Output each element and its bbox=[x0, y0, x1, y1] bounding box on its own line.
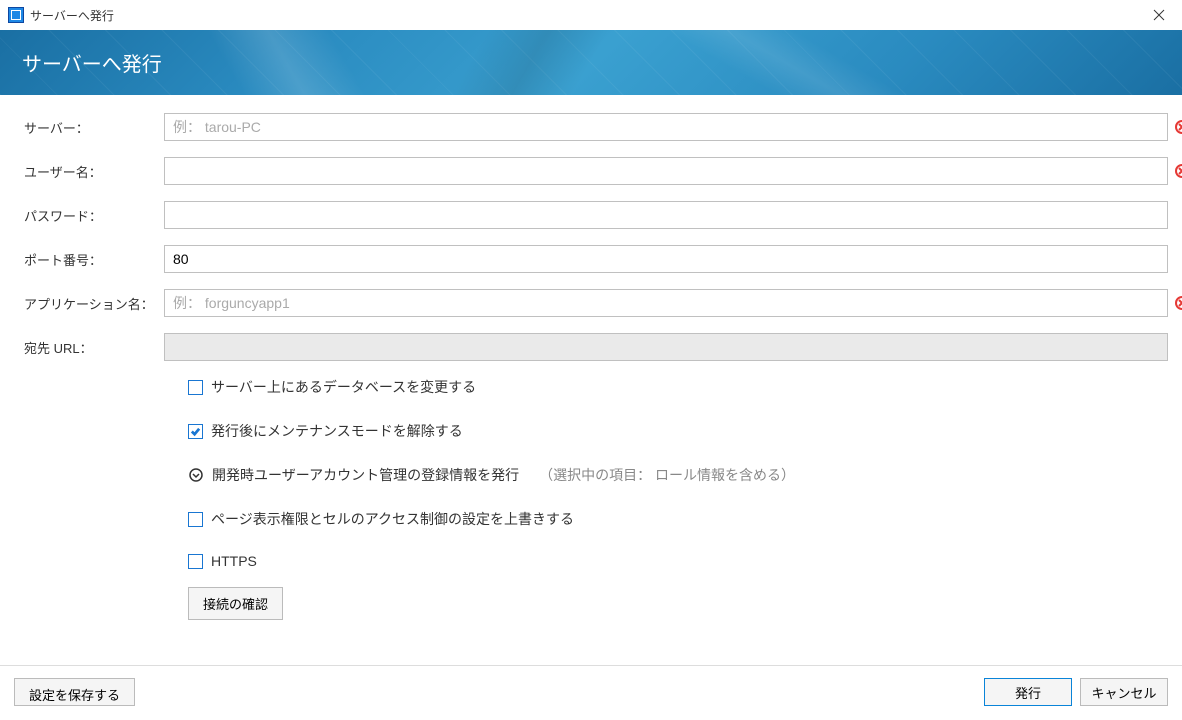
invalid-icon bbox=[1174, 119, 1182, 135]
banner-heading: サーバーへ発行 bbox=[22, 48, 162, 77]
titlebar: サーバーへ発行 bbox=[0, 0, 1182, 30]
opt-https-label: HTTPS bbox=[211, 553, 257, 569]
test-connection-button[interactable]: 接続の確認 bbox=[188, 587, 283, 620]
server-input[interactable] bbox=[164, 113, 1168, 141]
label-desturl: 宛先 URL： bbox=[24, 338, 164, 357]
opt-release-maintenance: 発行後にメンテナンスモードを解除する bbox=[188, 421, 1128, 441]
close-button[interactable] bbox=[1144, 0, 1174, 30]
opt-overwrite-perms-label: ページ表示権限とセルのアクセス制御の設定を上書きする bbox=[211, 509, 574, 529]
opt-release-maintenance-label: 発行後にメンテナンスモードを解除する bbox=[211, 421, 463, 441]
checkbox-https[interactable] bbox=[188, 554, 203, 569]
footer: 設定を保存する 発行 キャンセル bbox=[0, 665, 1182, 720]
banner: サーバーへ発行 bbox=[0, 30, 1182, 95]
form-area: サーバー： ユーザー名： パスワード： ポート番号： アプリケーション名： bbox=[0, 95, 1182, 620]
save-settings-button[interactable]: 設定を保存する bbox=[14, 678, 135, 706]
row-port: ポート番号： bbox=[24, 245, 1168, 273]
row-desturl: 宛先 URL： bbox=[24, 333, 1168, 361]
password-input[interactable] bbox=[164, 201, 1168, 229]
options-block: サーバー上にあるデータベースを変更する 発行後にメンテナンスモードを解除する 開… bbox=[24, 377, 1168, 569]
label-appname: アプリケーション名： bbox=[24, 294, 164, 313]
cancel-button[interactable]: キャンセル bbox=[1080, 678, 1168, 706]
window-title: サーバーへ発行 bbox=[30, 7, 114, 24]
checkbox-change-db[interactable] bbox=[188, 380, 203, 395]
label-password: パスワード： bbox=[24, 206, 164, 225]
invalid-icon bbox=[1174, 163, 1182, 179]
opt-publish-accounts: 開発時ユーザーアカウント管理の登録情報を発行 （選択中の項目： ロール情報を含め… bbox=[188, 465, 1128, 485]
desturl-display bbox=[164, 333, 1168, 361]
close-icon bbox=[1153, 9, 1165, 21]
row-server: サーバー： bbox=[24, 113, 1168, 141]
username-input[interactable] bbox=[164, 157, 1168, 185]
opt-change-db-label: サーバー上にあるデータベースを変更する bbox=[211, 377, 476, 397]
chevron-down-icon bbox=[189, 468, 203, 482]
opt-https: HTTPS bbox=[188, 553, 1128, 569]
app-icon bbox=[8, 7, 24, 23]
opt-overwrite-perms: ページ表示権限とセルのアクセス制御の設定を上書きする bbox=[188, 509, 1128, 529]
label-server: サーバー： bbox=[24, 118, 164, 137]
label-port: ポート番号： bbox=[24, 250, 164, 269]
opt-change-db: サーバー上にあるデータベースを変更する bbox=[188, 377, 1128, 397]
row-password: パスワード： bbox=[24, 201, 1168, 229]
opt-publish-accounts-label: 開発時ユーザーアカウント管理の登録情報を発行 bbox=[212, 465, 519, 485]
expand-accounts-button[interactable] bbox=[188, 467, 204, 483]
checkbox-release-maintenance[interactable] bbox=[188, 424, 203, 439]
checkbox-overwrite-perms[interactable] bbox=[188, 512, 203, 527]
row-appname: アプリケーション名： bbox=[24, 289, 1168, 317]
opt-publish-accounts-hint: （選択中の項目： ロール情報を含める） bbox=[539, 465, 795, 485]
port-input[interactable] bbox=[164, 245, 1168, 273]
invalid-icon bbox=[1174, 295, 1182, 311]
publish-button[interactable]: 発行 bbox=[984, 678, 1072, 706]
label-username: ユーザー名： bbox=[24, 162, 164, 181]
appname-input[interactable] bbox=[164, 289, 1168, 317]
row-username: ユーザー名： bbox=[24, 157, 1168, 185]
